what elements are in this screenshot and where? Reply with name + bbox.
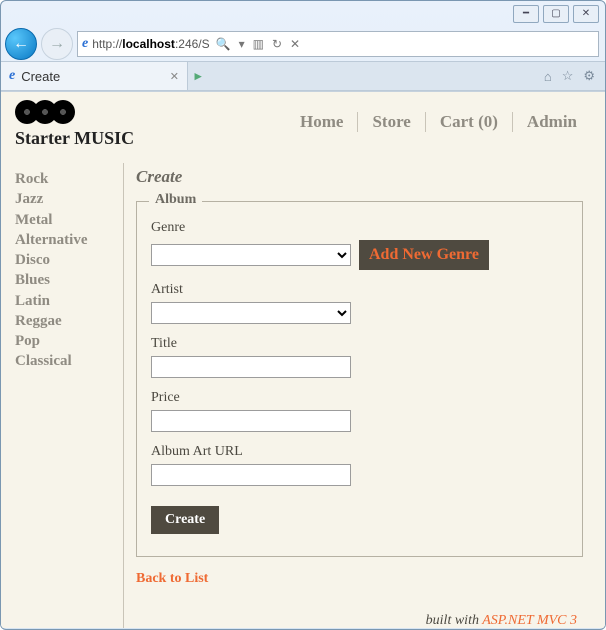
new-tab-button[interactable]: ▸ xyxy=(188,62,208,90)
sidebar-item[interactable]: Reggae xyxy=(15,311,123,331)
browser-window: ━ ▢ ✕ ← → e http://localhost:246/S 🔍 ▾ ▥… xyxy=(0,0,606,630)
price-input[interactable] xyxy=(151,410,351,432)
ie-icon: e xyxy=(82,36,88,52)
stop-icon[interactable]: ✕ xyxy=(288,37,302,51)
footer: built with ASP.NET MVC 3 xyxy=(136,613,583,628)
label-title: Title xyxy=(151,336,568,352)
home-icon[interactable]: ⌂ xyxy=(544,69,552,84)
main-content: Create Album Genre Add New Genre Artist xyxy=(136,163,591,628)
browser-navbar: ← → e http://localhost:246/S 🔍 ▾ ▥ ↻ ✕ xyxy=(1,27,605,61)
top-nav: Home Store Cart (0) Admin xyxy=(286,112,591,132)
sidebar-item[interactable]: Latin xyxy=(15,291,123,311)
window-maximize-button[interactable]: ▢ xyxy=(543,5,569,23)
sidebar-item[interactable]: Pop xyxy=(15,331,123,351)
fieldset-legend: Album xyxy=(149,192,202,208)
address-text: http://localhost:246/S xyxy=(92,37,209,51)
sidebar-item[interactable]: Classical xyxy=(15,351,123,371)
sidebar-item[interactable]: Rock xyxy=(15,169,123,189)
browser-tab[interactable]: e Create ✕ xyxy=(1,62,188,90)
create-button[interactable]: Create xyxy=(151,506,219,534)
brand: Starter MUSIC xyxy=(15,100,134,157)
genre-select[interactable] xyxy=(151,244,351,266)
footer-link[interactable]: ASP.NET MVC 3 xyxy=(482,613,577,628)
page: Starter MUSIC Home Store Cart (0) Admin … xyxy=(1,92,605,628)
sidebar-item[interactable]: Jazz xyxy=(15,189,123,209)
genre-sidebar: Rock Jazz Metal Alternative Disco Blues … xyxy=(15,163,124,628)
artist-select[interactable] xyxy=(151,302,351,324)
window-titlebar: ━ ▢ ✕ xyxy=(1,1,605,27)
window-minimize-button[interactable]: ━ xyxy=(513,5,539,23)
title-input[interactable] xyxy=(151,356,351,378)
tab-close-icon[interactable]: ✕ xyxy=(170,70,179,83)
arturl-input[interactable] xyxy=(151,464,351,486)
nav-store[interactable]: Store xyxy=(357,112,424,132)
nav-back-button[interactable]: ← xyxy=(5,28,37,60)
favorites-icon[interactable]: ☆ xyxy=(562,68,574,84)
tools-icon[interactable]: ⚙ xyxy=(583,68,595,84)
tab-title: Create xyxy=(21,69,60,84)
site-title: Starter MUSIC xyxy=(15,128,134,149)
logo-icon xyxy=(15,100,134,124)
label-genre: Genre xyxy=(151,220,568,236)
compat-view-icon[interactable]: ▥ xyxy=(251,37,266,51)
label-artist: Artist xyxy=(151,282,568,298)
sidebar-item[interactable]: Metal xyxy=(15,210,123,230)
viewport: Starter MUSIC Home Store Cart (0) Admin … xyxy=(1,91,605,628)
label-price: Price xyxy=(151,390,568,406)
sidebar-item[interactable]: Alternative xyxy=(15,230,123,250)
add-genre-button[interactable]: Add New Genre xyxy=(359,240,489,270)
nav-cart[interactable]: Cart (0) xyxy=(425,112,512,132)
album-fieldset: Album Genre Add New Genre Artist xyxy=(136,201,583,557)
window-close-button[interactable]: ✕ xyxy=(573,5,599,23)
tab-strip: e Create ✕ ▸ ⌂ ☆ ⚙ xyxy=(1,61,605,91)
nav-home[interactable]: Home xyxy=(286,112,357,132)
label-arturl: Album Art URL xyxy=(151,444,568,460)
sidebar-item[interactable]: Blues xyxy=(15,270,123,290)
search-icon[interactable]: 🔍 xyxy=(214,37,233,51)
address-bar[interactable]: e http://localhost:246/S 🔍 ▾ ▥ ↻ ✕ xyxy=(77,31,599,57)
addr-dropdown-icon[interactable]: ▾ xyxy=(237,37,247,51)
nav-admin[interactable]: Admin xyxy=(512,112,591,132)
sidebar-item[interactable]: Disco xyxy=(15,250,123,270)
ie-icon: e xyxy=(9,68,15,84)
page-heading: Create xyxy=(136,167,583,187)
refresh-icon[interactable]: ↻ xyxy=(270,37,284,51)
back-to-list-link[interactable]: Back to List xyxy=(136,571,208,587)
nav-forward-button[interactable]: → xyxy=(41,28,73,60)
